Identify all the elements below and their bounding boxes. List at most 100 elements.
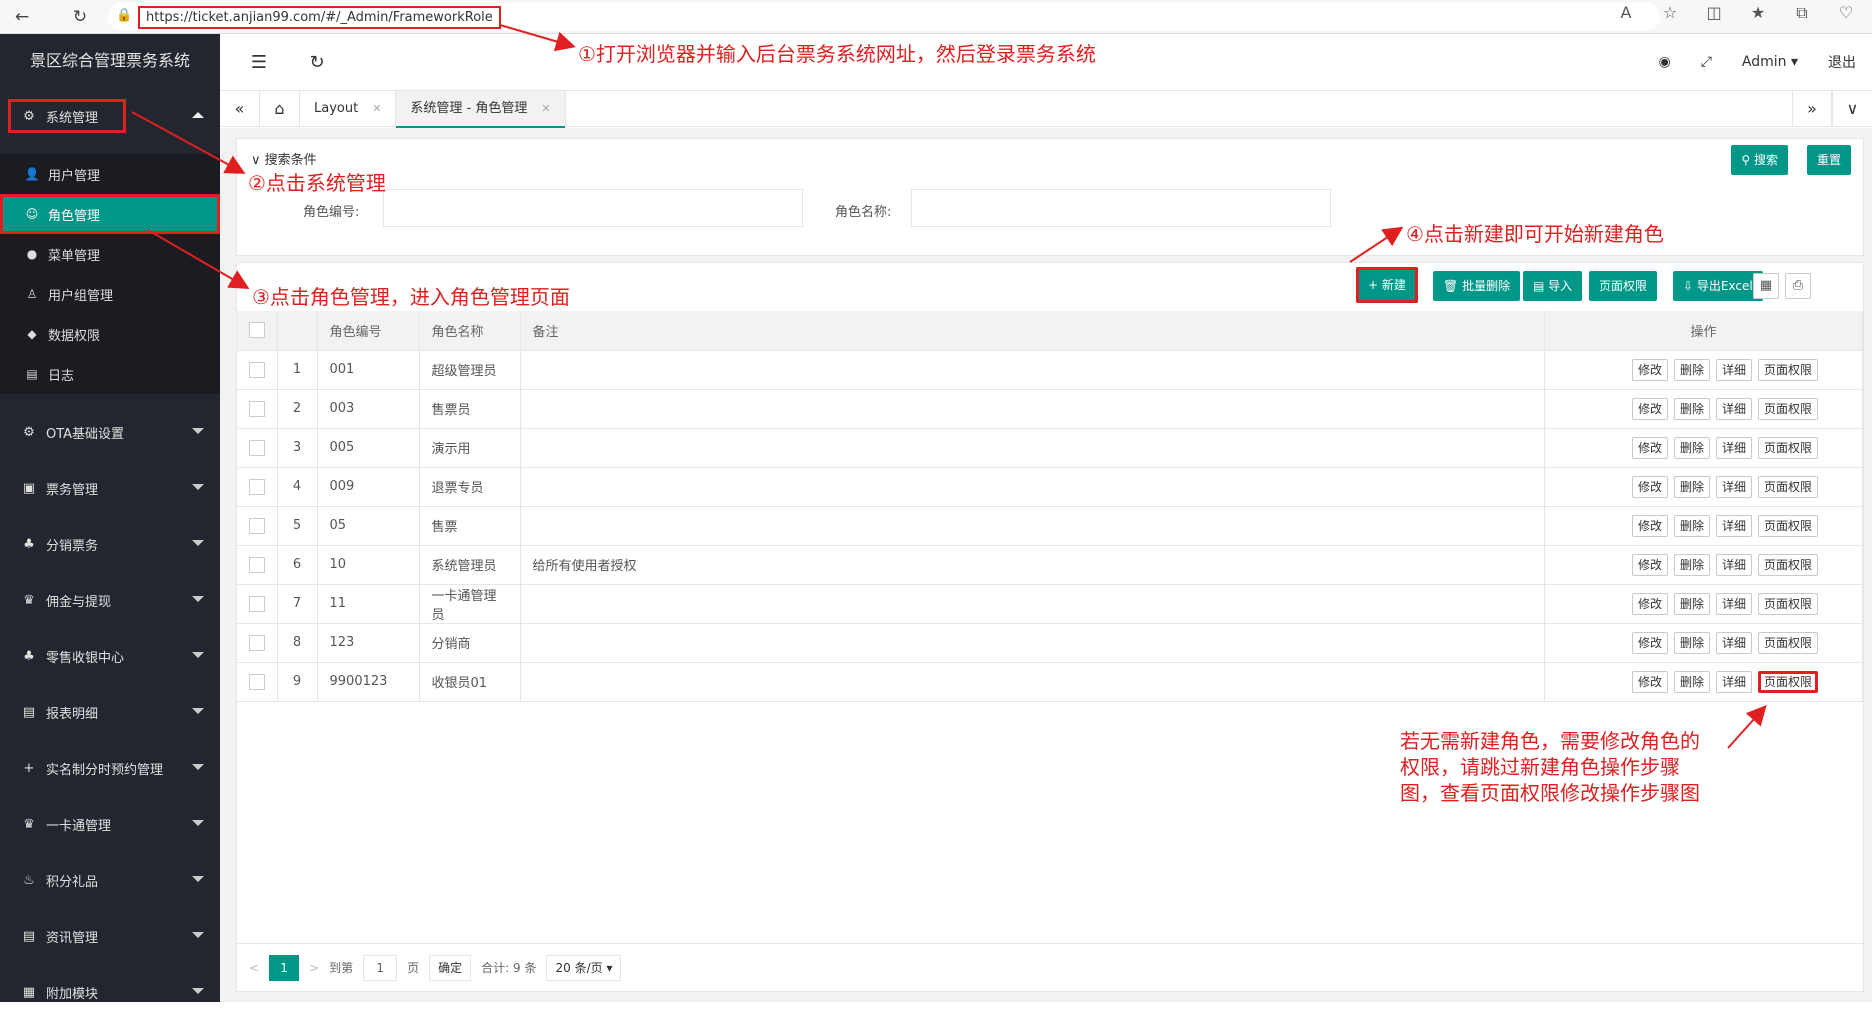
row-delete-button[interactable]: 删除 (1673, 397, 1710, 420)
menu-system-management[interactable]: ⚙ 系统管理 (0, 88, 220, 144)
close-icon[interactable]: ✕ (541, 102, 550, 115)
row-page-perm-button[interactable]: 页面权限 (1757, 475, 1818, 498)
confirm-button[interactable]: 确定 (429, 954, 472, 981)
row-detail-button[interactable]: 详细 (1715, 592, 1752, 615)
menu-commission[interactable]: ♛ 佣金与提现 (0, 572, 220, 628)
page-perm-button[interactable]: 页面权限 (1589, 271, 1658, 301)
sub-item-log[interactable]: ▤ 日志 (0, 354, 220, 394)
row-delete-button[interactable]: 删除 (1673, 436, 1710, 459)
row-page-perm-button[interactable]: 页面权限 (1757, 631, 1818, 654)
sub-item-data-perm[interactable]: ◆ 数据权限 (0, 314, 220, 354)
menu-module[interactable]: ▦ 附加模块 (0, 964, 220, 1020)
row-detail-button[interactable]: 详细 (1715, 670, 1752, 693)
menu-points[interactable]: ♨ 积分礼品 (0, 852, 220, 908)
import-button[interactable]: ▤ 导入 (1523, 271, 1583, 301)
row-page-perm-button[interactable]: 页面权限 (1757, 397, 1818, 420)
row-checkbox[interactable] (248, 634, 265, 651)
row-delete-button[interactable]: 删除 (1673, 670, 1710, 693)
row-checkbox[interactable] (248, 400, 265, 417)
menu-ticket[interactable]: ▣ 票务管理 (0, 460, 220, 516)
row-detail-button[interactable]: 详细 (1715, 436, 1752, 459)
row-delete-button[interactable]: 删除 (1673, 592, 1710, 615)
row-edit-button[interactable]: 修改 (1631, 670, 1668, 693)
menu-news[interactable]: ▤ 资讯管理 (0, 908, 220, 964)
search-button[interactable]: ⚲ 搜索 (1731, 145, 1788, 175)
row-page-perm-button[interactable]: 页面权限 (1757, 358, 1818, 381)
read-aloud-icon[interactable]: A (1614, 3, 1638, 23)
row-checkbox[interactable] (248, 673, 265, 690)
sub-item-menu[interactable]: ● 菜单管理 (0, 234, 220, 274)
search-toggle[interactable]: ∨ 搜索条件 (251, 149, 317, 168)
row-detail-button[interactable]: 详细 (1715, 514, 1752, 537)
row-detail-button[interactable]: 详细 (1715, 631, 1752, 654)
select-all-checkbox[interactable] (248, 322, 265, 339)
menu-distribution[interactable]: ♣ 分销票务 (0, 516, 220, 572)
close-icon[interactable]: ✕ (372, 102, 381, 115)
new-button[interactable]: + 新建 (1356, 267, 1418, 303)
sub-item-role[interactable]: ☺ 角色管理 (0, 194, 220, 234)
theme-icon[interactable]: ◉ (1658, 54, 1670, 70)
address-bar[interactable]: 🔒 https://ticket.anjian99.com/#/_Admin/F… (108, 3, 1660, 31)
url-text[interactable]: https://ticket.anjian99.com/#/_Admin/Fra… (138, 5, 501, 29)
row-checkbox[interactable] (248, 439, 265, 456)
extensions-icon[interactable]: ♡ (1834, 3, 1858, 23)
row-edit-button[interactable]: 修改 (1631, 514, 1668, 537)
collections-icon[interactable]: ⧉ (1790, 3, 1814, 23)
home-icon[interactable]: ⌂ (260, 90, 300, 127)
row-detail-button[interactable]: 详细 (1715, 475, 1752, 498)
page-size-select[interactable]: 20 条/页 ▾ (546, 954, 622, 981)
role-code-input[interactable] (383, 189, 803, 227)
split-screen-icon[interactable]: ◫ (1702, 3, 1726, 23)
row-delete-button[interactable]: 删除 (1673, 475, 1710, 498)
back-icon[interactable]: ← (8, 3, 36, 31)
row-checkbox[interactable] (248, 361, 265, 378)
prev-page-icon[interactable]: < (249, 961, 259, 975)
row-delete-button[interactable]: 删除 (1673, 553, 1710, 576)
row-page-perm-button[interactable]: 页面权限 (1757, 436, 1818, 459)
page-current[interactable]: 1 (269, 954, 300, 981)
row-edit-button[interactable]: 修改 (1631, 358, 1668, 381)
row-checkbox[interactable] (248, 517, 265, 534)
row-detail-button[interactable]: 详细 (1715, 553, 1752, 576)
menu-realname[interactable]: + 实名制分时预约管理 (0, 740, 220, 796)
menu-report[interactable]: ▤ 报表明细 (0, 684, 220, 740)
collapse-menu-icon[interactable]: ☰ (244, 52, 274, 73)
print-icon[interactable]: ⎙ (1785, 273, 1811, 299)
row-page-perm-button[interactable]: 页面权限 (1757, 670, 1818, 693)
row-detail-button[interactable]: 详细 (1715, 397, 1752, 420)
refresh-icon[interactable]: ↻ (302, 52, 332, 73)
tab-role-management[interactable]: 系统管理 - 角色管理 ✕ (396, 90, 566, 128)
row-edit-button[interactable]: 修改 (1631, 553, 1668, 576)
row-delete-button[interactable]: 删除 (1673, 514, 1710, 537)
sub-item-usergroup[interactable]: ♙ 用户组管理 (0, 274, 220, 314)
row-page-perm-button[interactable]: 页面权限 (1757, 514, 1818, 537)
fullscreen-icon[interactable]: ⤢ (1701, 54, 1712, 70)
page-input[interactable]: 1 (363, 954, 398, 981)
columns-icon[interactable]: ▦ (1753, 273, 1779, 299)
menu-card[interactable]: ♛ 一卡通管理 (0, 796, 220, 852)
tab-scroll-left-icon[interactable]: « (220, 90, 260, 127)
row-page-perm-button[interactable]: 页面权限 (1757, 592, 1818, 615)
row-checkbox[interactable] (248, 478, 265, 495)
row-page-perm-button[interactable]: 页面权限 (1757, 553, 1818, 576)
favorite-icon[interactable]: ☆ (1658, 3, 1682, 23)
reload-icon[interactable]: ↻ (66, 3, 94, 31)
tab-menu-icon[interactable]: ∨ (1832, 90, 1872, 127)
row-checkbox[interactable] (248, 595, 265, 612)
row-edit-button[interactable]: 修改 (1631, 397, 1668, 420)
tab-layout[interactable]: Layout ✕ (300, 90, 397, 127)
reset-button[interactable]: 重置 (1806, 145, 1851, 175)
sub-item-user[interactable]: 👤 用户管理 (0, 154, 220, 194)
next-page-icon[interactable]: > (309, 961, 319, 975)
row-delete-button[interactable]: 删除 (1673, 358, 1710, 381)
row-edit-button[interactable]: 修改 (1631, 436, 1668, 459)
row-detail-button[interactable]: 详细 (1715, 358, 1752, 381)
export-button[interactable]: ⇩ 导出Excel (1673, 271, 1763, 301)
menu-cashier[interactable]: ♣ 零售收银中心 (0, 628, 220, 684)
favorites-list-icon[interactable]: ★ (1746, 3, 1770, 23)
menu-ota[interactable]: ⚙ OTA基础设置 (0, 404, 220, 460)
row-checkbox[interactable] (248, 556, 265, 573)
row-edit-button[interactable]: 修改 (1631, 592, 1668, 615)
batch-delete-button[interactable]: 🗑 批量删除 (1433, 271, 1521, 301)
role-name-input[interactable] (911, 189, 1331, 227)
